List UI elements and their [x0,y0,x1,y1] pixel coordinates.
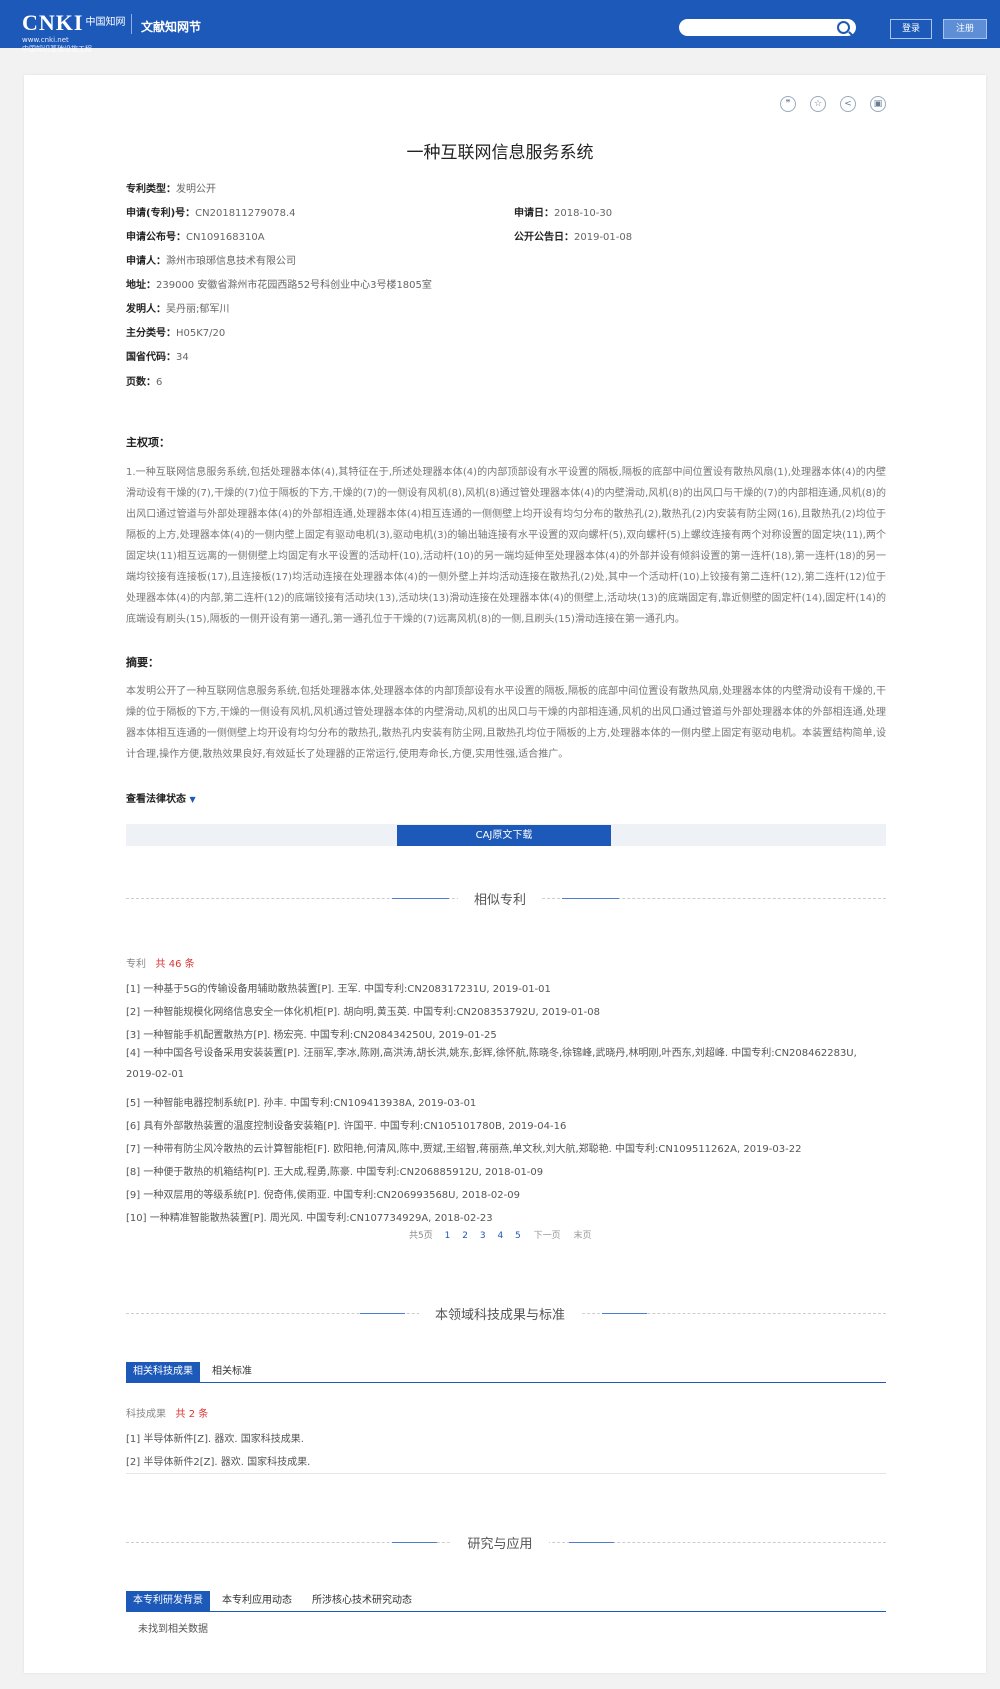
pager-page-5[interactable]: 5 [515,1231,521,1241]
pager-page-4[interactable]: 4 [497,1231,503,1241]
top-navbar: CNKI 中国知网 www.cnki.net 中国知识基础设施工程 文献知网节 登… [0,0,1000,53]
tab-related-achievements[interactable]: 相关科技成果 [126,1362,200,1382]
list-item[interactable]: [8] 一种便于散热的机箱结构[P]. 王大成,程勇,陈豪. 中国专利:CN20… [126,1163,886,1178]
logo-text: CNKI [22,10,84,35]
star-icon[interactable]: ☆ [810,96,826,112]
law-status-link[interactable]: 查看法律状态 ▼ [126,790,196,805]
list-item[interactable]: [6] 具有外部散热装置的温度控制设备安装箱[P]. 许国平. 中国专利:CN1… [126,1117,886,1132]
list-item[interactable]: [4] 一种中国各号设备采用安装装置[P]. 汪丽军,李冰,陈刚,高洪涛,胡长洪… [126,1043,886,1085]
pagination: 共5页 1 2 3 4 5 下一页 末页 [409,1228,592,1241]
meta-inventor: 发明人：吴丹丽;郁军川 [126,304,230,315]
tab-core-tech-dynamics[interactable]: 所涉核心技术研究动态 [305,1591,419,1611]
list-item[interactable]: [10] 一种精准智能散热装置[P]. 周光风. 中国专利:CN10773492… [126,1209,886,1224]
list-item[interactable]: [2] 一种智能规模化网络信息安全一体化机柜[P]. 胡向明,黄玉英. 中国专利… [126,1003,886,1018]
page-title: 一种互联网信息服务系统 [406,143,594,163]
meta-type: 专利类型：发明公开 [126,184,216,195]
tab-application-dynamics[interactable]: 本专利应用动态 [215,1591,299,1611]
pager-next[interactable]: 下一页 [534,1231,561,1241]
meta-pages: 页数：6 [126,377,163,388]
meta-app-no: 申请(专利)号：CN201811279078.4 [126,208,296,219]
meta-pub-no: 申请公布号：CN109168310A [126,232,265,243]
claim-heading: 主权项： [126,436,170,449]
similar-heading: 相似专利 [0,889,1000,908]
abstract-heading: 摘要： [126,656,159,669]
chevron-down-icon: ▼ [189,795,196,804]
site-name[interactable]: 文献知网节 [141,18,201,35]
pager-total: 共5页 [409,1231,433,1241]
pager-page-1[interactable]: 1 [445,1231,451,1241]
share-icon[interactable]: < [840,96,856,112]
similar-count: 专利 共 46 条 [126,959,195,970]
list-item[interactable]: [1] 半导体新件[Z]. 器欢. 国家科技成果. [126,1430,886,1445]
quote-icon[interactable]: ❞ [780,96,796,112]
list-item[interactable]: [3] 一种智能手机配置散热方[P]. 杨宏亮. 中国专利:CN20843425… [126,1026,886,1041]
logo-url: www.cnki.net 中国知识基础设施工程 [22,36,92,53]
research-tab-underline [126,1611,886,1612]
pager-last[interactable]: 末页 [574,1231,592,1241]
meta-class: 主分类号：H05K7/20 [126,328,226,339]
meta-pub-date: 公开公告日：2019-01-08 [514,232,633,243]
research-heading: 研究与应用 [0,1533,1000,1552]
pager-page-2[interactable]: 2 [462,1231,468,1241]
logo-separator [131,14,132,34]
list-item[interactable]: [5] 一种智能电器控制系统[P]. 孙丰. 中国专利:CN109413938A… [126,1094,886,1109]
meta-address: 地址：239000 安徽省滁州市花园西路52号科创业中心3号楼1805室 [126,280,432,291]
tech-heading: 本领域科技成果与标准 [0,1304,1000,1323]
login-button[interactable]: 登录 [890,19,932,39]
tech-count: 科技成果 共 2 条 [126,1409,209,1420]
pager-page-3[interactable]: 3 [480,1231,486,1241]
abstract-text: 本发明公开了一种互联网信息服务系统,包括处理器本体,处理器本体的内部顶部设有水平… [126,686,886,760]
tech-tab-underline [126,1382,886,1383]
caj-download-button[interactable]: CAJ原文下载 [397,825,611,846]
list-item[interactable]: [2] 半导体新件2[Z]. 器欢. 国家科技成果. [126,1453,886,1468]
tab-related-standards[interactable]: 相关标准 [205,1362,259,1382]
list-item[interactable]: [1] 一种基于5G的传输设备用辅助散热装置[P]. 王军. 中国专利:CN20… [126,980,886,995]
meta-applicant: 申请人：滁州市琅琊信息技术有限公司 [126,256,296,267]
search-icon[interactable] [837,21,850,34]
search-input[interactable] [679,19,856,36]
cnki-logo[interactable]: CNKI 中国知网 www.cnki.net 中国知识基础设施工程 [22,10,126,53]
claim-text: 1.一种互联网信息服务系统,包括处理器本体(4),其特征在于,所述处理器本体(4… [126,467,886,625]
logo-cn-text: 中国知网 [85,17,126,28]
tab-research-background[interactable]: 本专利研发背景 [126,1591,210,1611]
print-icon[interactable]: ▣ [870,96,886,112]
meta-app-date: 申请日：2018-10-30 [514,208,613,219]
register-button[interactable]: 注册 [943,19,987,39]
empty-state: 未找到相关数据 [138,1624,208,1635]
list-item[interactable]: [7] 一种带有防尘风冷散热的云计算智能柜[F]. 欧阳艳,何清风,陈中,贾斌,… [126,1140,886,1155]
list-item[interactable]: [9] 一种双层用的等级系统[P]. 倪奇伟,侯雨亚. 中国专利:CN20699… [126,1186,886,1201]
meta-province: 国省代码：34 [126,352,189,363]
tech-list-bottom-line [126,1473,886,1474]
